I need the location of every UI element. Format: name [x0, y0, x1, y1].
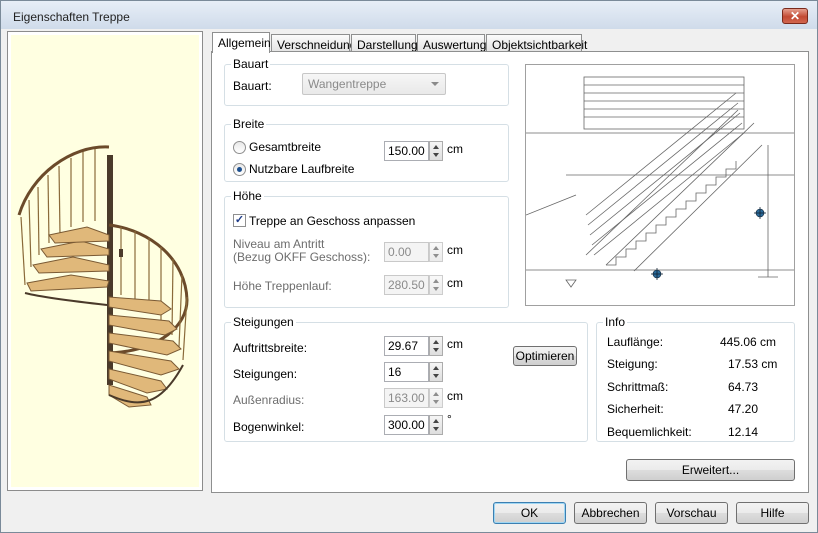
chevron-down-icon	[431, 82, 439, 86]
auftrittsbreite-unit: cm	[447, 337, 463, 351]
tab-allgemein[interactable]: Allgemein	[212, 32, 271, 53]
info-label: Steigung:	[607, 357, 658, 371]
spinner-up-icon	[433, 392, 439, 396]
hoehe-group-title: Höhe	[231, 189, 264, 203]
spinner-down-icon	[433, 153, 439, 157]
hoehe-treppenlauf-spinner[interactable]	[429, 275, 443, 295]
niveau-spinner[interactable]	[429, 242, 443, 262]
niveau-unit: cm	[447, 243, 463, 257]
bauart-group-title: Bauart	[231, 57, 271, 71]
vorschau-button[interactable]: Vorschau	[655, 502, 728, 524]
spinner-down-icon	[433, 254, 439, 258]
info-value: 47.20	[728, 402, 759, 416]
spinner-down-icon	[433, 287, 439, 291]
spinner-up-icon	[433, 366, 439, 370]
aussenradius-spinner[interactable]	[429, 388, 443, 408]
info-label: Bequemlichkeit:	[607, 425, 692, 439]
stair-schematic-illustration	[525, 76, 794, 288]
info-value: 64.73	[728, 380, 759, 394]
ok-button[interactable]: OK	[493, 502, 566, 524]
tab-verschneidung[interactable]: Verschneidung	[271, 34, 356, 52]
close-icon: ✕	[789, 9, 801, 23]
spinner-up-icon	[433, 279, 439, 283]
bauart-dropdown[interactable]: Wangentreppe	[302, 73, 446, 95]
preview-canvas	[11, 35, 199, 487]
optimieren-button[interactable]: Optimieren	[513, 346, 577, 366]
niveau-label-2: (Bezug OKFF Geschoss):	[233, 250, 371, 264]
breite-group-title: Breite	[231, 117, 267, 131]
spinner-up-icon	[433, 419, 439, 423]
info-group-title: Info	[603, 315, 628, 329]
title-bar[interactable]: Eigenschaften Treppe ✕	[1, 1, 817, 29]
niveau-label-1: Niveau am Antritt	[233, 237, 325, 251]
aussenradius-label: Außenradius:	[233, 393, 305, 407]
breite-unit: cm	[447, 142, 463, 156]
info-label: Schrittmaß:	[607, 380, 669, 394]
nutzbare-laufbreite-radio[interactable]	[233, 163, 246, 176]
steigungen-group-title: Steigungen	[231, 315, 296, 329]
bauart-label: Bauart:	[233, 79, 272, 93]
bauart-value: Wangentreppe	[308, 77, 387, 91]
aussenradius-unit: cm	[447, 389, 463, 403]
nutzbare-laufbreite-label: Nutzbare Laufbreite	[249, 162, 355, 176]
auftrittsbreite-input[interactable]: 29.67	[384, 336, 429, 356]
spinner-down-icon	[433, 348, 439, 352]
tab-darstellung[interactable]: Darstellung	[351, 34, 418, 52]
spinner-up-icon	[433, 340, 439, 344]
breite-spinner[interactable]	[429, 141, 443, 161]
spinner-down-icon	[433, 400, 439, 404]
dialog-window: Eigenschaften Treppe ✕ Allgemein Verschn…	[0, 0, 818, 533]
abbrechen-button[interactable]: Abbrechen	[574, 502, 647, 524]
spiral-stair-illustration	[17, 145, 189, 408]
info-label: Lauflänge:	[607, 335, 664, 349]
stair-schematic-diagram	[525, 64, 795, 306]
breite-input[interactable]: 150.00	[384, 141, 429, 161]
info-value: 445.06 cm	[720, 335, 777, 349]
close-button[interactable]: ✕	[782, 8, 808, 24]
gesamtbreite-radio[interactable]	[233, 141, 246, 154]
spinner-down-icon	[433, 427, 439, 431]
aussenradius-input[interactable]: 163.00	[384, 388, 429, 408]
tab-auswertung[interactable]: Auswertung	[417, 34, 486, 52]
spinner-down-icon	[433, 374, 439, 378]
info-label: Sicherheit:	[607, 402, 664, 416]
tab-objektsichtbarkeit[interactable]: Objektsichtbarkeit	[486, 34, 587, 52]
bogenwinkel-label: Bogenwinkel:	[233, 420, 305, 434]
hoehe-treppenlauf-input[interactable]: 280.50	[384, 275, 429, 295]
treppe-anpassen-checkbox[interactable]: ✓	[233, 214, 246, 227]
stair-3d-preview[interactable]	[7, 31, 203, 491]
treppe-anpassen-label: Treppe an Geschoss anpassen	[249, 214, 416, 228]
spinner-up-icon	[433, 145, 439, 149]
bogenwinkel-unit: °	[447, 412, 452, 426]
auftrittsbreite-spinner[interactable]	[429, 336, 443, 356]
bogenwinkel-spinner[interactable]	[429, 415, 443, 435]
hoehe-treppenlauf-label: Höhe Treppenlauf:	[233, 279, 332, 293]
erweitert-button[interactable]: Erweitert...	[626, 459, 795, 481]
steigungen-label: Steigungen:	[233, 367, 298, 381]
bogenwinkel-input[interactable]: 300.00	[384, 415, 429, 435]
hilfe-button[interactable]: Hilfe	[736, 502, 809, 524]
niveau-input[interactable]: 0.00	[384, 242, 429, 262]
spinner-up-icon	[433, 246, 439, 250]
steigungen-spinner[interactable]	[429, 362, 443, 382]
auftrittsbreite-label: Auftrittsbreite:	[233, 341, 308, 355]
info-value: 17.53 cm	[728, 357, 778, 371]
info-value: 12.14	[728, 425, 759, 439]
hoehe-treppenlauf-unit: cm	[447, 276, 463, 290]
steigungen-input[interactable]: 16	[384, 362, 429, 382]
window-title: Eigenschaften Treppe	[13, 10, 130, 24]
gesamtbreite-label: Gesamtbreite	[249, 140, 322, 154]
